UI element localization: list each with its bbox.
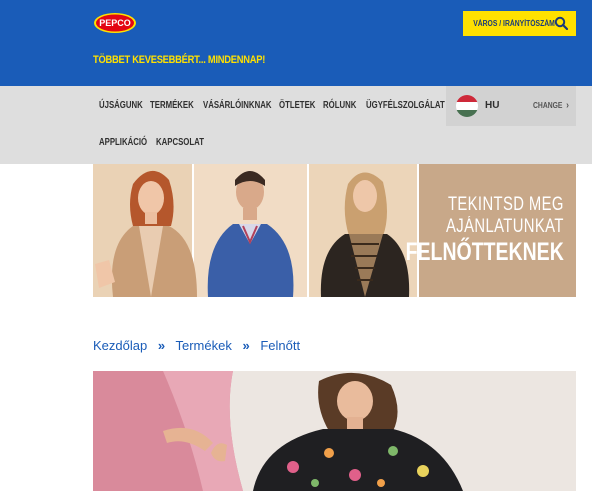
chevron-right-icon: › bbox=[566, 100, 569, 111]
breadcrumb-separator: » bbox=[157, 338, 166, 353]
search-icon bbox=[554, 16, 568, 30]
logo-text: PEPCO bbox=[99, 18, 131, 28]
hero-image bbox=[93, 371, 576, 491]
site-header: PEPCO TÖBBET KEVESEBBÉRT... MINDENNAP! V… bbox=[0, 0, 592, 86]
nav-item-ugyfelszolgalat[interactable]: ÜGYFÉLSZOLGÁLAT bbox=[366, 100, 445, 111]
breadcrumb-products[interactable]: Termékek bbox=[175, 338, 231, 353]
hungary-flag-icon bbox=[456, 95, 478, 117]
breadcrumb-separator: » bbox=[242, 338, 250, 353]
nav-item-otletek[interactable]: ÖTLETEK bbox=[279, 100, 315, 111]
main-navigation: ÚJSÁGUNK TERMÉKEK VÁSÁRLÓINKNAK ÖTLETEK … bbox=[0, 86, 592, 164]
category-hero-image bbox=[93, 371, 576, 491]
language-selector[interactable]: HU CHANGE › bbox=[446, 86, 576, 126]
banner-line-1: TEKINTSD MEG bbox=[448, 194, 564, 215]
language-code: HU bbox=[485, 100, 500, 111]
breadcrumb-adult[interactable]: Felnőtt bbox=[260, 338, 300, 353]
pepco-logo[interactable]: PEPCO bbox=[93, 12, 137, 34]
breadcrumb: Kezdőlap » Termékek » Felnőtt bbox=[93, 338, 300, 353]
nav-item-vasarloinknak[interactable]: VÁSÁRLÓINKNAK bbox=[203, 100, 271, 111]
promo-banner[interactable]: TEKINTSD MEG AJÁNLATUNKAT FELNŐTTEKNEK bbox=[93, 164, 576, 297]
nav-item-rolunk[interactable]: RÓLUNK bbox=[323, 100, 356, 111]
tagline: TÖBBET KEVESEBBÉRT... MINDENNAP! bbox=[93, 54, 266, 66]
banner-headline: TEKINTSD MEG AJÁNLATUNKAT FELNŐTTEKNEK bbox=[361, 194, 564, 266]
nav-item-kapcsolat[interactable]: KAPCSOLAT bbox=[156, 137, 204, 148]
nav-item-applikacio[interactable]: APPLIKÁCIÓ bbox=[99, 137, 147, 148]
nav-item-ujsagunk[interactable]: ÚJSÁGUNK bbox=[99, 100, 143, 111]
banner-line-3: FELNŐTTEKNEK bbox=[405, 238, 564, 266]
banner-line-2: AJÁNLATUNKAT bbox=[446, 216, 564, 237]
breadcrumb-home[interactable]: Kezdőlap bbox=[93, 338, 147, 353]
store-search-label: VÁROS / IRÁNYÍTÓSZÁM bbox=[473, 19, 555, 28]
nav-item-termekek[interactable]: TERMÉKEK bbox=[150, 100, 194, 111]
change-language-link[interactable]: CHANGE › bbox=[533, 100, 569, 111]
change-label: CHANGE bbox=[533, 101, 563, 110]
store-search-button[interactable]: VÁROS / IRÁNYÍTÓSZÁM bbox=[463, 11, 576, 36]
